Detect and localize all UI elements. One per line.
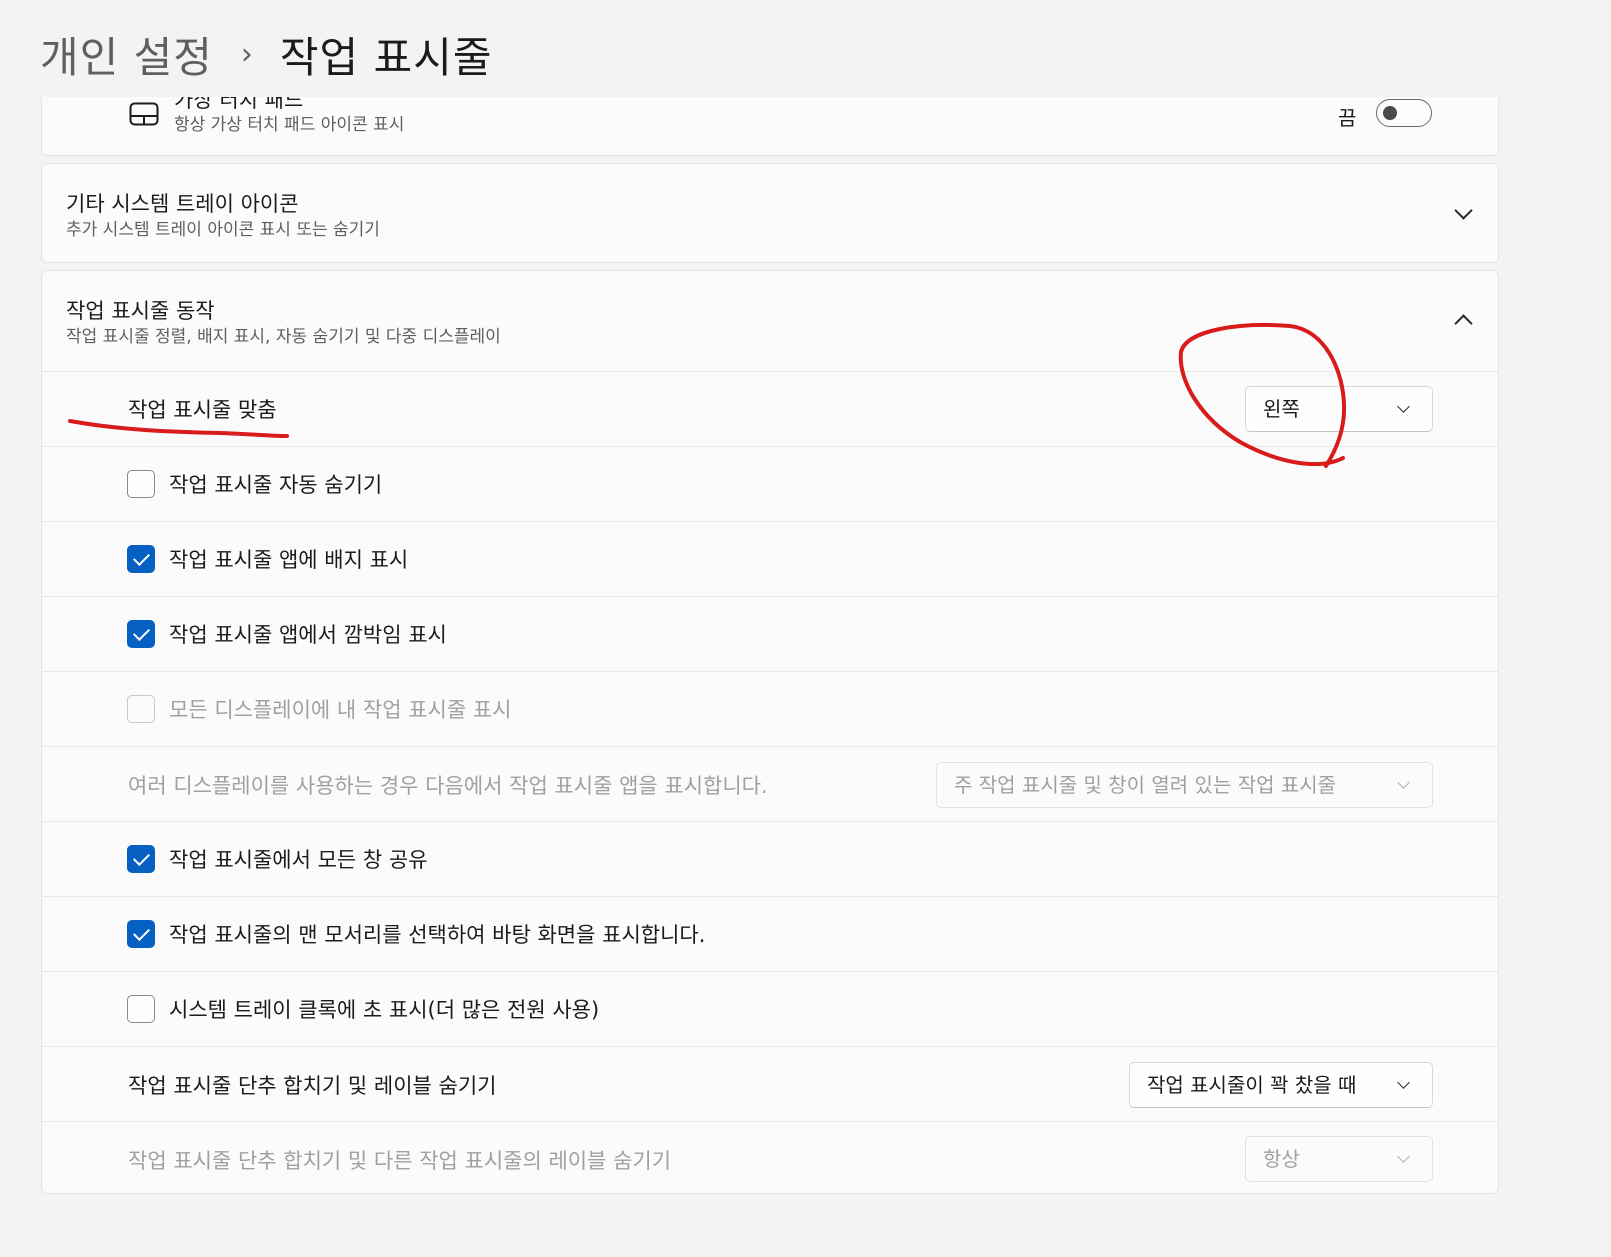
far-corner-label: 작업 표시줄의 맨 모서리를 선택하여 바탕 화면을 표시합니다. xyxy=(169,923,706,947)
flashing-label: 작업 표시줄 앱에서 깜박임 표시 xyxy=(169,623,447,647)
breadcrumb-parent-link[interactable]: 개인 설정 xyxy=(40,24,213,85)
chevron-down-icon[interactable] xyxy=(1454,201,1473,220)
behaviors-header[interactable]: 작업 표시줄 동작 작업 표시줄 정렬, 배지 표시, 자동 숨기기 및 다중 … xyxy=(42,271,1498,371)
flashing-row: 작업 표시줄 앱에서 깜박임 표시 xyxy=(42,596,1498,671)
clock-seconds-row: 시스템 트레이 클록에 초 표시(더 많은 전원 사용) xyxy=(42,971,1498,1046)
chevron-down-icon xyxy=(1397,1076,1410,1089)
far-corner-row: 작업 표시줄의 맨 모서리를 선택하여 바탕 화면을 표시합니다. xyxy=(42,896,1498,971)
alignment-dropdown[interactable]: 왼쪽 xyxy=(1245,386,1433,432)
clock-seconds-label: 시스템 트레이 클록에 초 표시(더 많은 전원 사용) xyxy=(169,998,600,1022)
behaviors-subtitle: 작업 표시줄 정렬, 배지 표시, 자동 숨기기 및 다중 디스플레이 xyxy=(66,327,501,347)
chevron-up-icon[interactable] xyxy=(1454,314,1473,333)
chevron-down-icon xyxy=(1397,400,1410,413)
badges-label: 작업 표시줄 앱에 배지 표시 xyxy=(169,548,409,572)
combine-other-value: 항상 xyxy=(1263,1147,1300,1171)
touchpad-toggle[interactable] xyxy=(1376,99,1432,127)
all-displays-row: 모든 디스플레이에 내 작업 표시줄 표시 xyxy=(42,671,1498,746)
page-title: 작업 표시줄 xyxy=(279,32,493,82)
combine-other-dropdown[interactable]: 항상 xyxy=(1245,1136,1433,1182)
combine-other-label: 작업 표시줄 단추 합치기 및 다른 작업 표시줄의 레이블 숨기기 xyxy=(128,1149,672,1173)
breadcrumb-separator: › xyxy=(240,36,254,72)
other-tray-title: 기타 시스템 트레이 아이콘 xyxy=(66,192,299,216)
behaviors-title: 작업 표시줄 동작 xyxy=(66,299,215,323)
touchpad-icon xyxy=(129,102,159,126)
touchpad-subtitle: 항상 가상 터치 패드 아이콘 표시 xyxy=(174,115,405,135)
clock-seconds-checkbox[interactable] xyxy=(127,995,155,1023)
touchpad-toggle-state: 끔 xyxy=(1338,106,1357,130)
badges-row: 작업 표시줄 앱에 배지 표시 xyxy=(42,521,1498,596)
alignment-row: 작업 표시줄 맞춤 왼쪽 xyxy=(42,371,1498,446)
combine-label: 작업 표시줄 단추 합치기 및 레이블 숨기기 xyxy=(128,1074,497,1098)
multi-display-row: 여러 디스플레이를 사용하는 경우 다음에서 작업 표시줄 앱을 표시합니다. … xyxy=(42,746,1498,821)
breadcrumb: 개인 설정 › 작업 표시줄 xyxy=(40,22,492,86)
far-corner-checkbox[interactable] xyxy=(127,920,155,948)
share-window-checkbox[interactable] xyxy=(127,845,155,873)
auto-hide-checkbox[interactable] xyxy=(127,470,155,498)
auto-hide-label: 작업 표시줄 자동 숨기기 xyxy=(169,473,383,497)
share-window-label: 작업 표시줄에서 모든 창 공유 xyxy=(169,848,428,872)
combine-other-row: 작업 표시줄 단추 합치기 및 다른 작업 표시줄의 레이블 숨기기 항상 xyxy=(42,1121,1498,1194)
auto-hide-row: 작업 표시줄 자동 숨기기 xyxy=(42,446,1498,521)
alignment-value: 왼쪽 xyxy=(1263,397,1300,421)
combine-dropdown[interactable]: 작업 표시줄이 꽉 찼을 때 xyxy=(1129,1062,1433,1108)
touchpad-card: 가상 터치 패드 항상 가상 터치 패드 아이콘 표시 끔 xyxy=(41,97,1499,156)
all-displays-checkbox[interactable] xyxy=(127,695,155,723)
chevron-down-icon xyxy=(1397,1150,1410,1163)
toggle-knob xyxy=(1383,106,1397,120)
all-displays-label: 모든 디스플레이에 내 작업 표시줄 표시 xyxy=(169,698,512,722)
multi-display-value: 주 작업 표시줄 및 창이 열려 있는 작업 표시줄 xyxy=(954,773,1337,797)
multi-display-label: 여러 디스플레이를 사용하는 경우 다음에서 작업 표시줄 앱을 표시합니다. xyxy=(128,774,768,798)
chevron-down-icon xyxy=(1397,776,1410,789)
taskbar-behaviors-card: 작업 표시줄 동작 작업 표시줄 정렬, 배지 표시, 자동 숨기기 및 다중 … xyxy=(41,270,1499,1194)
share-window-row: 작업 표시줄에서 모든 창 공유 xyxy=(42,821,1498,896)
combine-row: 작업 표시줄 단추 합치기 및 레이블 숨기기 작업 표시줄이 꽉 찼을 때 xyxy=(42,1046,1498,1121)
multi-display-dropdown[interactable]: 주 작업 표시줄 및 창이 열려 있는 작업 표시줄 xyxy=(936,762,1433,808)
flashing-checkbox[interactable] xyxy=(127,620,155,648)
alignment-label: 작업 표시줄 맞춤 xyxy=(128,398,277,422)
other-tray-subtitle: 추가 시스템 트레이 아이콘 표시 또는 숨기기 xyxy=(66,220,380,240)
combine-value: 작업 표시줄이 꽉 찼을 때 xyxy=(1147,1073,1357,1097)
badges-checkbox[interactable] xyxy=(127,545,155,573)
other-tray-card[interactable]: 기타 시스템 트레이 아이콘 추가 시스템 트레이 아이콘 표시 또는 숨기기 xyxy=(41,163,1499,263)
